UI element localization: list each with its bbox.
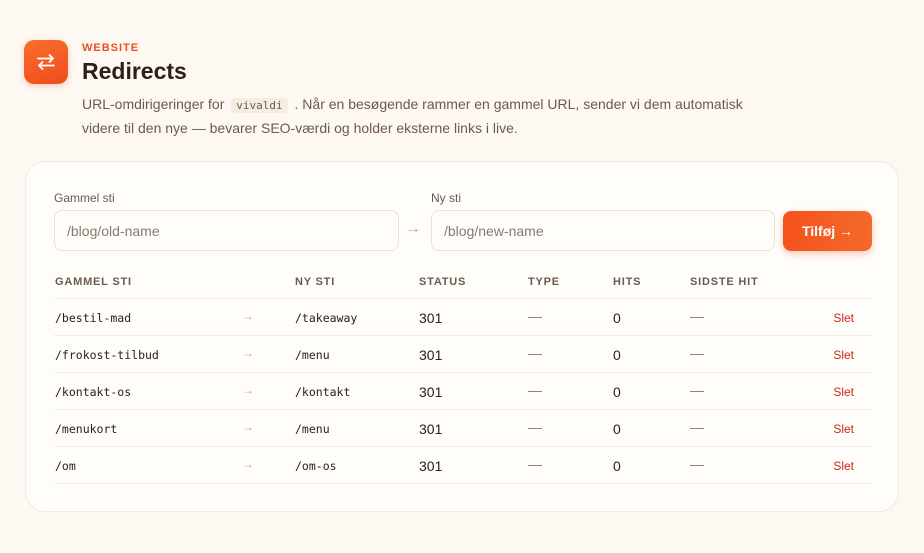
column-new-path: NY STI	[295, 276, 336, 288]
row-arrow-icon: →	[242, 383, 254, 397]
column-last-hit: SIDSTE HIT	[690, 276, 759, 288]
old-path: /kontakt-os	[55, 385, 132, 399]
new-path: /takeaway	[295, 311, 358, 325]
last-hit: —	[690, 419, 704, 435]
delete-button[interactable]: Slet	[833, 311, 854, 325]
redirect-type: —	[528, 308, 542, 324]
last-hit: —	[690, 382, 704, 398]
redirects-table: GAMMEL STI NY STI STATUS TYPE HITS SIDST…	[54, 268, 872, 484]
hit-count: 0	[613, 384, 621, 400]
table-header: GAMMEL STI NY STI STATUS TYPE HITS SIDST…	[54, 268, 872, 299]
status-code: 301	[419, 458, 443, 474]
swap-arrows-icon	[24, 40, 68, 84]
table-row: /bestil-mad → /takeaway 301 — 0 — Slet	[54, 299, 872, 336]
new-path: /kontakt	[295, 385, 351, 399]
redirect-type: —	[528, 345, 542, 361]
hit-count: 0	[613, 421, 621, 437]
redirects-card: Gammel sti → Ny sti Tilføj → GAMMEL STI …	[25, 161, 899, 512]
delete-button[interactable]: Slet	[833, 385, 854, 399]
page-description: URL-omdirigeringer for vivaldi . Når en …	[82, 93, 762, 140]
site-name: vivaldi	[231, 98, 288, 113]
table-row: /frokost-tilbud → /menu 301 — 0 — Slet	[54, 336, 872, 373]
delete-button[interactable]: Slet	[833, 348, 854, 362]
last-hit: —	[690, 308, 704, 324]
row-arrow-icon: →	[242, 420, 254, 434]
new-path: /menu	[295, 348, 330, 362]
table-row: /om → /om-os 301 — 0 — Slet	[54, 447, 872, 484]
row-arrow-icon: →	[242, 346, 254, 360]
redirect-type: —	[528, 456, 542, 472]
redirect-type: —	[528, 382, 542, 398]
new-path: /om-os	[295, 459, 337, 473]
hit-count: 0	[613, 347, 621, 363]
old-path-input[interactable]	[54, 210, 399, 251]
page-title: Redirects	[82, 58, 187, 84]
delete-button[interactable]: Slet	[833, 422, 854, 436]
column-status: STATUS	[419, 276, 467, 288]
redirect-type: —	[528, 419, 542, 435]
hit-count: 0	[613, 310, 621, 326]
status-code: 301	[419, 347, 443, 363]
table-row: /kontakt-os → /kontakt 301 — 0 — Slet	[54, 373, 872, 410]
description-prefix: URL-omdirigeringer for	[82, 96, 225, 112]
add-redirect-button[interactable]: Tilføj →	[783, 211, 872, 251]
status-code: 301	[419, 421, 443, 437]
old-path: /om	[55, 459, 76, 473]
column-old-path: GAMMEL STI	[55, 276, 132, 288]
old-path: /menukort	[55, 422, 118, 436]
column-hits: HITS	[613, 276, 642, 288]
row-arrow-icon: →	[242, 457, 254, 471]
last-hit: —	[690, 456, 704, 472]
form-arrow-icon: →	[405, 220, 421, 237]
status-code: 301	[419, 310, 443, 326]
hit-count: 0	[613, 458, 621, 474]
old-path: /bestil-mad	[55, 311, 132, 325]
new-path: /menu	[295, 422, 330, 436]
delete-button[interactable]: Slet	[833, 459, 854, 473]
new-path-input[interactable]	[431, 210, 775, 251]
new-path-label: Ny sti	[431, 191, 461, 205]
status-code: 301	[419, 384, 443, 400]
section-eyebrow: WEBSITE	[82, 42, 140, 54]
old-path-label: Gammel sti	[54, 191, 115, 205]
last-hit: —	[690, 345, 704, 361]
old-path: /frokost-tilbud	[55, 348, 159, 362]
column-type: TYPE	[528, 276, 560, 288]
table-row: /menukort → /menu 301 — 0 — Slet	[54, 410, 872, 447]
row-arrow-icon: →	[242, 309, 254, 323]
